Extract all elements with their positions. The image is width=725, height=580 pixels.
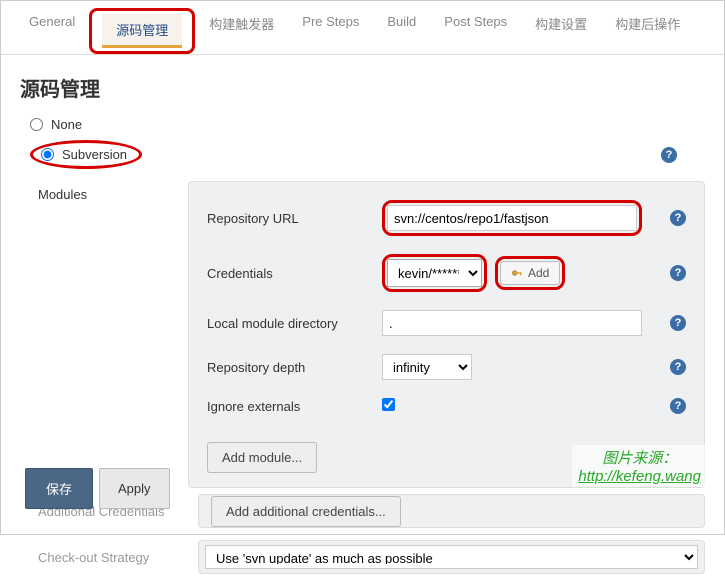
repo-url-label: Repository URL [207,211,382,226]
apply-button[interactable]: Apply [99,468,170,509]
local-dir-label: Local module directory [207,316,382,331]
ignore-ext-checkbox[interactable] [382,398,395,411]
key-icon [511,267,523,279]
modules-label: Modules [38,181,188,488]
highlight-repo-url [382,200,642,236]
highlight-subversion: Subversion [30,140,142,169]
local-dir-input[interactable] [382,310,642,336]
help-icon[interactable]: ? [670,265,686,281]
tab-triggers[interactable]: 构建触发器 [195,8,288,54]
repo-url-input[interactable] [387,205,637,231]
help-icon[interactable]: ? [670,315,686,331]
tab-poststeps[interactable]: Post Steps [430,8,521,54]
tab-buildsettings[interactable]: 构建设置 [521,8,601,54]
add-credentials-button[interactable]: Add [500,261,560,285]
save-button[interactable]: 保存 [25,468,93,509]
row-local-dir: Local module directory ? [207,310,686,336]
modules-section: Modules Repository URL ? Credentials kev… [38,181,705,488]
credentials-label: Credentials [207,266,382,281]
watermark: 图片来源： http://kefeng.wang [572,445,707,487]
scm-svn-row: Subversion ? [30,140,695,169]
tab-postactions[interactable]: 构建后操作 [601,8,694,54]
strategy-select[interactable]: Use 'svn update' as much as possible [205,545,698,569]
row-ignore-ext: Ignore externals ? [207,398,686,414]
row-credentials: Credentials kevin/****** Add ? [207,254,686,292]
row-depth: Repository depth infinity ? [207,354,686,380]
tabs-bar: General 源码管理 构建触发器 Pre Steps Build Post … [0,0,725,55]
modules-panel: Repository URL ? Credentials kevin/*****… [188,181,705,488]
highlight-tab: 源码管理 [89,8,195,54]
add-btn-label: Add [528,266,549,280]
help-icon[interactable]: ? [661,147,677,163]
tab-build[interactable]: Build [373,8,430,54]
strategy-label: Check-out Strategy [38,550,198,565]
row-repo-url: Repository URL ? [207,200,686,236]
help-icon[interactable]: ? [670,210,686,226]
scm-svn-radio[interactable] [41,148,54,161]
watermark-line1: 图片来源： [578,447,701,468]
scm-none-row: None [30,117,695,132]
highlight-credentials: kevin/****** [382,254,487,292]
scm-none-label: None [51,117,82,132]
section-title: 源码管理 [20,73,705,102]
ignore-ext-label: Ignore externals [207,399,382,414]
credentials-select[interactable]: kevin/****** [387,259,482,287]
depth-select[interactable]: infinity [382,354,472,380]
tab-general[interactable]: General [15,8,89,54]
help-icon[interactable]: ? [670,359,686,375]
addl-cred-panel: Add additional credentials... [198,494,705,528]
depth-label: Repository depth [207,360,382,375]
tab-presteps[interactable]: Pre Steps [288,8,373,54]
help-icon[interactable]: ? [670,398,686,414]
scm-none-radio[interactable] [30,118,43,131]
row-strategy: Check-out Strategy Use 'svn update' as m… [38,534,705,580]
watermark-link[interactable]: http://kefeng.wang [578,468,701,485]
footer-buttons: 保存 Apply [25,468,170,509]
add-addl-cred-button[interactable]: Add additional credentials... [211,496,401,527]
tab-scm[interactable]: 源码管理 [102,14,182,48]
highlight-add-btn: Add [495,256,565,290]
scm-svn-label: Subversion [62,147,127,162]
add-module-button[interactable]: Add module... [207,442,317,473]
